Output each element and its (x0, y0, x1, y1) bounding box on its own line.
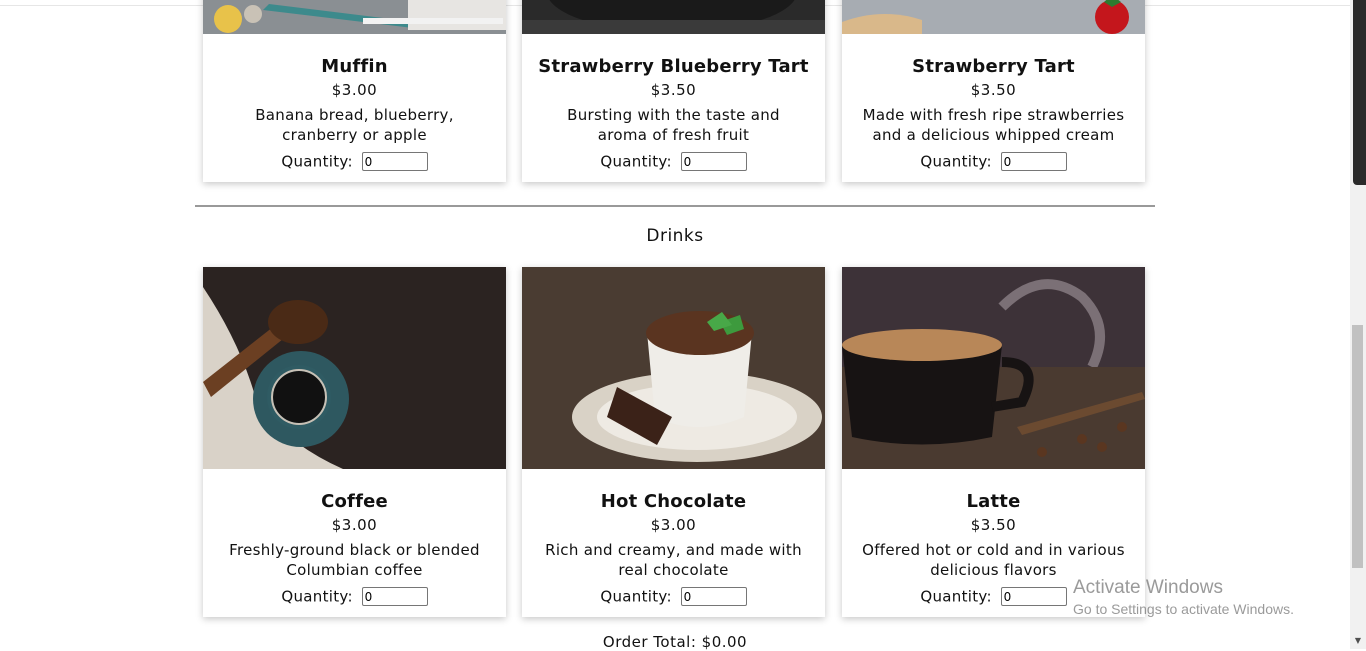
window-edge-overlay (1353, 0, 1366, 185)
strawberry-blueberry-tart-image (522, 0, 825, 34)
product-name: Latte (966, 491, 1021, 512)
quantity-control: Quantity: (522, 585, 825, 608)
order-total-value: $0.00 (701, 633, 748, 651)
quantity-input-latte[interactable] (1000, 587, 1067, 606)
quantity-control: Quantity: (203, 150, 506, 173)
product-card-strawberry-blueberry-tart: Strawberry Blueberry Tart $3.50 Bursting… (522, 0, 825, 182)
product-price: $3.50 (970, 81, 1017, 99)
product-name: Strawberry Tart (912, 56, 1075, 77)
muffin-image (203, 0, 506, 34)
product-card-latte: Latte $3.50 Offered hot or cold and in v… (842, 267, 1145, 617)
coffee-image (203, 267, 506, 469)
product-price: $3.00 (331, 516, 378, 534)
quantity-label: Quantity: (600, 587, 672, 606)
scroll-down-arrow-icon[interactable]: ▼ (1350, 633, 1366, 649)
product-description: Banana bread, blueberry, cranberry or ap… (255, 106, 454, 144)
quantity-input-strawberry-tart[interactable] (1000, 152, 1067, 171)
product-card-coffee: Coffee $3.00 Freshly-ground black or ble… (203, 267, 506, 617)
product-name: Coffee (321, 491, 388, 512)
order-total-label: Order Total: (602, 633, 697, 651)
quantity-input-coffee[interactable] (361, 587, 428, 606)
product-card-strawberry-tart: Strawberry Tart $3.50 Made with fresh ri… (842, 0, 1145, 182)
scrollbar-thumb[interactable] (1352, 325, 1363, 568)
product-card-hot-chocolate: Hot Chocolate $3.00 Rich and creamy, and… (522, 267, 825, 617)
product-description: Offered hot or cold and in various delic… (862, 541, 1125, 579)
product-price: $3.00 (331, 81, 378, 99)
watermark-title: Activate Windows (1073, 577, 1223, 598)
section-divider (195, 205, 1155, 207)
quantity-label: Quantity: (600, 152, 672, 171)
menu-page: Muffin $3.00 Banana bread, blueberry, cr… (0, 0, 1350, 651)
quantity-control: Quantity: (203, 585, 506, 608)
quantity-control: Quantity: (522, 150, 825, 173)
quantity-label: Quantity: (920, 587, 992, 606)
quantity-input-strawberry-blueberry-tart[interactable] (680, 152, 747, 171)
product-name: Strawberry Blueberry Tart (538, 56, 809, 77)
quantity-label: Quantity: (281, 152, 353, 171)
product-name: Hot Chocolate (600, 491, 747, 512)
section-title-drinks: Drinks (646, 226, 704, 246)
strawberry-tart-image (842, 0, 1145, 34)
product-description: Rich and creamy, and made with real choc… (545, 541, 802, 579)
product-name: Muffin (321, 56, 388, 77)
order-total: Order Total: $0.00 (195, 633, 1155, 651)
quantity-control: Quantity: (842, 150, 1145, 173)
product-price: $3.00 (650, 516, 697, 534)
quantity-label: Quantity: (281, 587, 353, 606)
hot-chocolate-image (522, 267, 825, 469)
activate-windows-watermark: Activate Windows Go to Settings to activ… (1073, 577, 1294, 618)
quantity-input-muffin[interactable] (361, 152, 428, 171)
quantity-label: Quantity: (920, 152, 992, 171)
watermark-subtitle: Go to Settings to activate Windows. (1073, 601, 1294, 617)
latte-image (842, 267, 1145, 469)
product-description: Made with fresh ripe strawberries and a … (862, 106, 1125, 144)
quantity-input-hot-chocolate[interactable] (680, 587, 747, 606)
product-price: $3.50 (650, 81, 697, 99)
product-price: $3.50 (970, 516, 1017, 534)
product-description: Bursting with the taste and aroma of fre… (567, 106, 780, 144)
product-card-muffin: Muffin $3.00 Banana bread, blueberry, cr… (203, 0, 506, 182)
product-description: Freshly-ground black or blended Columbia… (229, 541, 480, 579)
